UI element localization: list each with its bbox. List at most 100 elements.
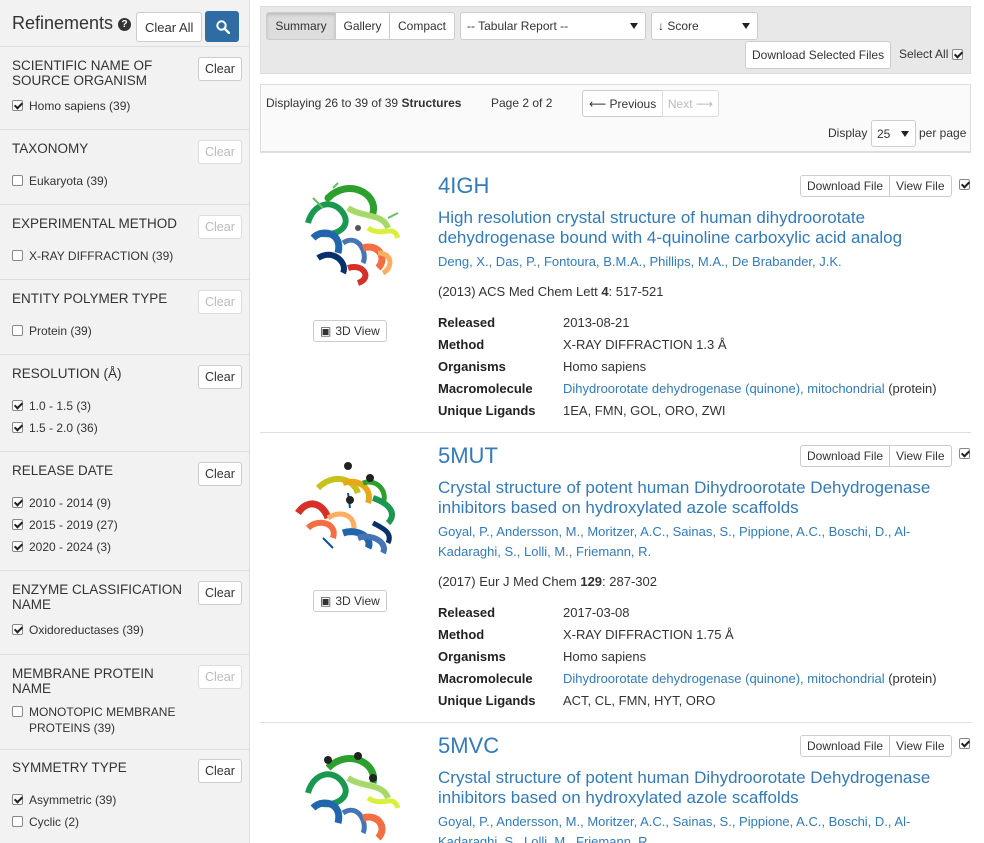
select-all[interactable]: Select All xyxy=(899,47,964,61)
help-icon[interactable]: ? xyxy=(118,18,131,31)
pdb-id-link[interactable]: 5MVC xyxy=(438,733,499,759)
checkbox[interactable] xyxy=(12,400,23,411)
3d-view-button[interactable]: ▣ 3D View xyxy=(313,320,387,342)
per-page-label: per page xyxy=(919,126,967,140)
facet-clear-button[interactable]: Clear xyxy=(198,665,242,689)
structure-image[interactable] xyxy=(288,168,408,288)
facet-option[interactable]: Eukaryota (39) xyxy=(12,173,202,189)
report-select[interactable]: -- Tabular Report -- xyxy=(460,12,646,40)
result-checkbox[interactable] xyxy=(959,738,970,749)
authors-list[interactable]: Goyal, P., Andersson, M., Moritzer, A.C.… xyxy=(438,812,968,843)
facet-option[interactable]: 1.5 - 2.0 (36) xyxy=(12,420,202,436)
facet-clear-button[interactable]: Clear xyxy=(198,462,242,486)
page-indicator: Page 2 of 2 xyxy=(491,96,553,110)
facet-option[interactable]: 1.0 - 1.5 (3) xyxy=(12,398,202,414)
organism-link[interactable]: Homo sapiens xyxy=(563,359,646,374)
facet-symmetry-type: Symmetry Type Clear Asymmetric (39) Cycl… xyxy=(0,751,250,843)
result-checkbox[interactable] xyxy=(959,448,970,459)
file-buttons: Download File View File xyxy=(800,445,952,467)
checkbox[interactable] xyxy=(12,706,23,717)
view-file-button[interactable]: View File xyxy=(890,445,952,467)
view-compact-tab[interactable]: Compact xyxy=(389,12,455,40)
view-summary-tab[interactable]: Summary xyxy=(266,12,336,40)
3d-view-button[interactable]: ▣ 3D View xyxy=(313,590,387,612)
clear-all-button[interactable]: Clear All xyxy=(136,12,203,42)
download-file-button[interactable]: Download File xyxy=(800,735,891,757)
result-item: ▣ 3D View 4IGH Download File View File Hi… xyxy=(260,152,971,432)
organisms-row: Organisms Homo sapiens xyxy=(438,359,647,374)
facet-release-date: Release Date Clear 2010 - 2014 (9) 2015 … xyxy=(0,453,250,571)
facet-option[interactable]: Protein (39) xyxy=(12,323,202,339)
download-selected-button[interactable]: Download Selected Files xyxy=(745,41,892,69)
facet-option[interactable]: Cyclic (2) xyxy=(12,814,202,830)
per-page-select[interactable]: 25 xyxy=(871,120,916,147)
method-row: Method X-RAY DIFFRACTION 1.3 Å xyxy=(438,337,727,352)
pdb-id-link[interactable]: 5MUT xyxy=(438,443,498,469)
view-gallery-tab[interactable]: Gallery xyxy=(335,12,390,40)
facet-clear-button[interactable]: Clear xyxy=(198,365,242,389)
facet-option[interactable]: Homo sapiens (39) xyxy=(12,98,202,114)
sort-select[interactable]: ↓ Score xyxy=(651,12,758,40)
citation-title-link[interactable]: Crystal structure of potent human Dihydr… xyxy=(438,478,968,518)
facet-option[interactable]: 2015 - 2019 (27) xyxy=(12,517,202,533)
facet-option[interactable]: Oxidoreductases (39) xyxy=(12,622,202,638)
macromolecule-link[interactable]: Dihydroorotate dehydrogenase (quinone), … xyxy=(563,671,885,686)
checkbox[interactable] xyxy=(12,325,23,336)
citation-title-link[interactable]: Crystal structure of potent human Dihydr… xyxy=(438,768,968,808)
select-all-checkbox[interactable] xyxy=(952,48,964,60)
facet-entity-polymer-type: Entity Polymer Type Clear Protein (39) xyxy=(0,281,250,355)
view-file-button[interactable]: View File xyxy=(890,735,952,757)
citation: (2013) ACS Med Chem Lett 4: 517-521 xyxy=(438,284,664,299)
checkbox[interactable] xyxy=(12,519,23,530)
view-file-button[interactable]: View File xyxy=(890,175,952,197)
download-file-button[interactable]: Download File xyxy=(800,445,891,467)
facet-option[interactable]: 2020 - 2024 (3) xyxy=(12,539,202,555)
checkbox[interactable] xyxy=(12,816,23,827)
facet-clear-button[interactable]: Clear xyxy=(198,215,242,239)
facet-option[interactable]: X-RAY DIFFRACTION (39) xyxy=(12,248,202,264)
facet-membrane-protein: Membrane Protein Name Clear MONOTOPIC ME… xyxy=(0,656,250,750)
checkbox[interactable] xyxy=(12,422,23,433)
result-checkbox[interactable] xyxy=(959,179,970,190)
facet-clear-button[interactable]: Clear xyxy=(198,140,242,164)
download-file-button[interactable]: Download File xyxy=(800,175,891,197)
next-page-button[interactable]: Next ⟶ xyxy=(662,90,719,117)
checkbox[interactable] xyxy=(12,100,23,111)
facet-option[interactable]: 2010 - 2014 (9) xyxy=(12,495,202,511)
search-button[interactable] xyxy=(205,11,239,42)
checkbox[interactable] xyxy=(12,175,23,186)
facet-option[interactable]: MONOTOPIC MEMBRANE PROTEINS (39) xyxy=(12,704,202,736)
facet-source-organism: Scientific Name of Source Organism Clear… xyxy=(0,48,250,130)
facet-title: Release Date xyxy=(12,463,114,478)
checkbox[interactable] xyxy=(12,541,23,552)
result-item: 5MVC Download File View File Crystal str… xyxy=(260,722,971,843)
checkbox[interactable] xyxy=(12,250,23,261)
file-buttons: Download File View File xyxy=(800,175,952,197)
authors-list[interactable]: Deng, X., Das, P., Fontoura, B.M.A., Phi… xyxy=(438,252,968,272)
ligands-row: Unique Ligands ACT, CL, FMN, HYT, ORO xyxy=(438,693,716,708)
facet-title: Enzyme Classification Name xyxy=(12,582,183,612)
ligands-links[interactable]: ACT, CL, FMN, HYT, ORO xyxy=(563,693,715,708)
authors-list[interactable]: Goyal, P., Andersson, M., Moritzer, A.C.… xyxy=(438,522,968,562)
structure-image[interactable] xyxy=(288,448,408,568)
checkbox[interactable] xyxy=(12,794,23,805)
macromolecule-link[interactable]: Dihydroorotate dehydrogenase (quinone), … xyxy=(563,381,885,396)
ligands-links[interactable]: 1EA, FMN, GOL, ORO, ZWI xyxy=(563,403,726,418)
facet-clear-button[interactable]: Clear xyxy=(198,759,242,783)
facet-clear-button[interactable]: Clear xyxy=(198,290,242,314)
citation: (2017) Eur J Med Chem 129: 287-302 xyxy=(438,574,657,589)
caret-down-icon xyxy=(630,23,638,29)
organism-link[interactable]: Homo sapiens xyxy=(563,649,646,664)
structure-image[interactable] xyxy=(288,738,408,843)
checkbox[interactable] xyxy=(12,624,23,635)
facet-option[interactable]: Asymmetric (39) xyxy=(12,792,202,808)
facet-clear-button[interactable]: Clear xyxy=(198,581,242,605)
checkbox[interactable] xyxy=(12,497,23,508)
caret-down-icon xyxy=(742,23,750,29)
pdb-id-link[interactable]: 4IGH xyxy=(438,173,489,199)
cube-icon: ▣ xyxy=(320,594,332,608)
macromolecule-row: Macromolecule Dihydroorotate dehydrogenas… xyxy=(438,381,937,396)
citation-title-link[interactable]: High resolution crystal structure of hum… xyxy=(438,208,968,248)
previous-page-button[interactable]: ⟵ Previous xyxy=(582,90,664,117)
facet-clear-button[interactable]: Clear xyxy=(198,57,242,81)
